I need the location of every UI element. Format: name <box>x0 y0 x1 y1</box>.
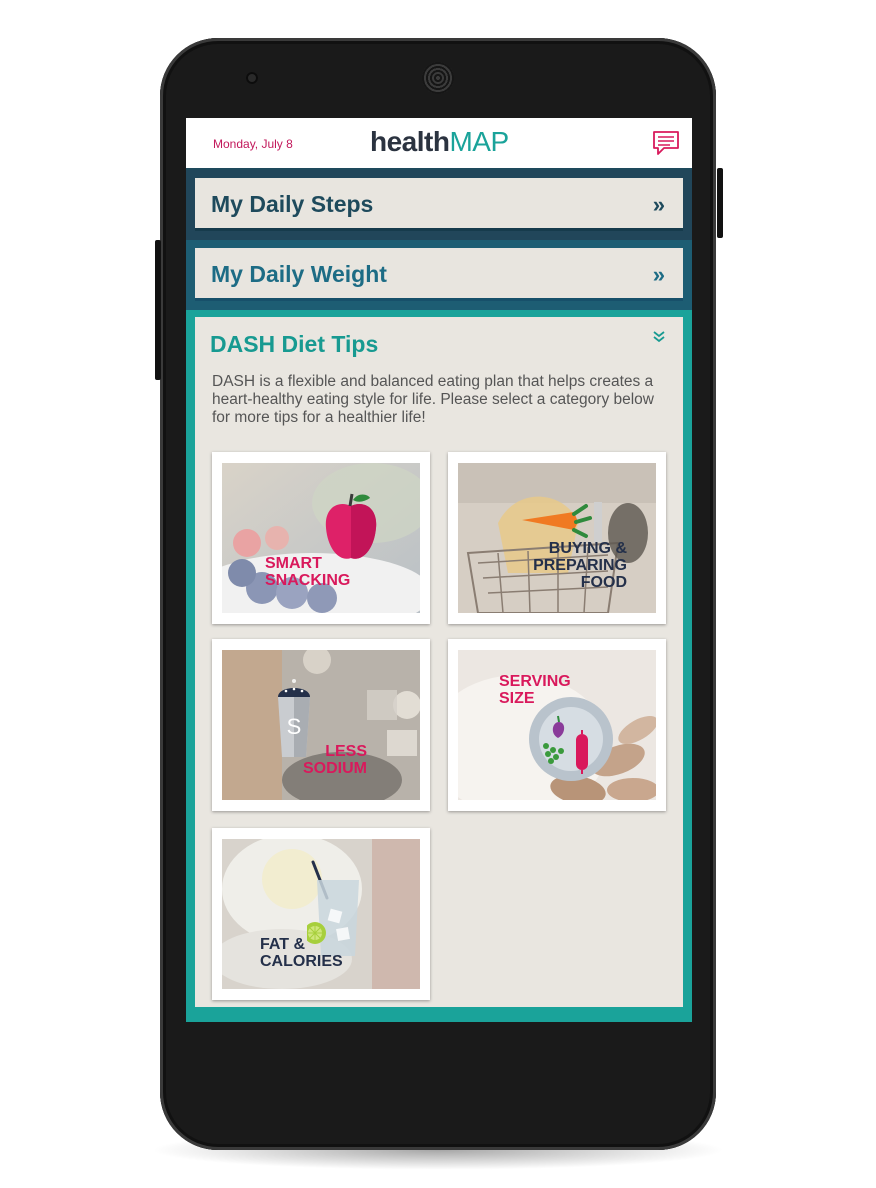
label-line: SNACKING <box>265 572 351 589</box>
label-line: SMART <box>265 555 322 572</box>
dash-diet-card: DASH Diet Tips DASH is a flexible and ba… <box>195 317 683 1007</box>
healthmap-logo: healthMAP <box>370 126 509 158</box>
logo-health: health <box>370 126 450 157</box>
daily-steps-panel[interactable]: My Daily Steps » <box>186 170 692 240</box>
tile-fat-calories-label: FAT & CALORIES <box>260 936 343 970</box>
tile-serving-size[interactable]: SERVING SIZE <box>448 639 666 811</box>
label-line: BUYING & <box>548 540 627 557</box>
app-header: Monday, July 8 healthMAP <box>186 118 692 170</box>
date-label: Monday, July 8 <box>213 137 293 151</box>
daily-steps-card[interactable]: My Daily Steps » <box>195 178 683 231</box>
daily-weight-card[interactable]: My Daily Weight » <box>195 248 683 301</box>
logo-map: MAP <box>449 126 509 157</box>
label-line: FAT & <box>260 936 306 953</box>
label-line: PREPARING <box>533 557 627 574</box>
daily-weight-panel[interactable]: My Daily Weight » <box>186 240 692 310</box>
apple-icon <box>325 493 377 559</box>
tile-image <box>222 463 420 613</box>
tile-buying-preparing-food[interactable]: BUYING & PREPARING FOOD <box>448 452 666 624</box>
daily-weight-title: My Daily Weight <box>211 261 387 287</box>
chat-bubble-icon[interactable] <box>652 130 680 156</box>
chevron-right-icon[interactable]: » <box>653 262 665 288</box>
label-line: SIZE <box>499 690 535 707</box>
earpiece-speaker <box>422 62 454 94</box>
power-button <box>717 168 723 238</box>
volume-button <box>155 240 161 380</box>
svg-text:S: S <box>287 714 302 739</box>
daily-steps-title: My Daily Steps <box>211 191 374 217</box>
tile-less-sodium[interactable]: S LESS SODIUM <box>212 639 430 811</box>
dash-diet-title: DASH Diet Tips <box>210 331 379 357</box>
tile-smart-snacking-label: SMART SNACKING <box>265 555 350 589</box>
front-camera <box>246 72 258 84</box>
label-line: FOOD <box>580 574 627 591</box>
tile-image <box>222 650 420 800</box>
dash-diet-panel: DASH Diet Tips DASH is a flexible and ba… <box>186 310 692 1022</box>
label-line: SERVING <box>499 673 571 690</box>
carrot-knife-icon <box>522 502 602 542</box>
dash-diet-description: DASH is a flexible and balanced eating p… <box>212 373 654 426</box>
label-line: LESS <box>325 743 367 760</box>
tile-fat-calories[interactable]: FAT & CALORIES <box>212 828 430 1000</box>
label-line: CALORIES <box>260 953 343 970</box>
tile-buying-label: BUYING & PREPARING FOOD <box>503 540 627 591</box>
chevron-down-icon[interactable] <box>653 331 665 343</box>
app-screen: Monday, July 8 healthMAP My Daily Steps … <box>186 118 692 1022</box>
tile-less-sodium-label: LESS SODIUM <box>299 743 367 777</box>
tile-serving-size-label: SERVING SIZE <box>499 673 571 707</box>
label-line: SODIUM <box>303 760 367 777</box>
plate-icon <box>529 697 613 781</box>
tile-smart-snacking[interactable]: SMART SNACKING <box>212 452 430 624</box>
chevron-right-icon[interactable]: » <box>653 192 665 218</box>
